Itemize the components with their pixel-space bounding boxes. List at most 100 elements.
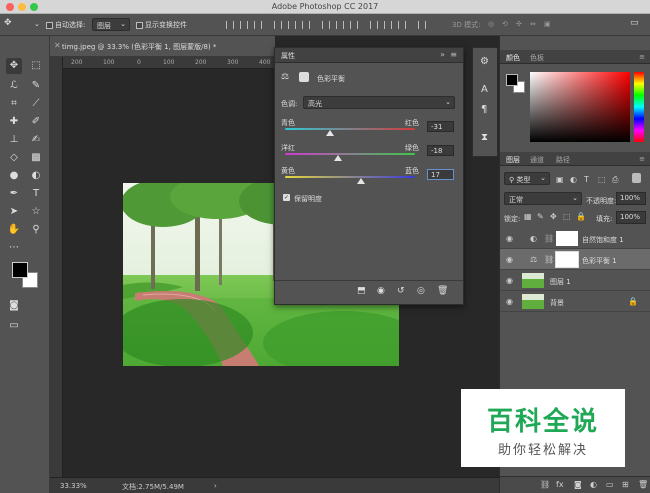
opacity-input[interactable]: 100% [616,192,646,205]
align-left-icon[interactable] [274,21,282,29]
tab-layers[interactable]: 图层 [506,155,520,165]
zoom-tool-icon[interactable]: ⚲ [28,222,44,238]
document-tab[interactable]: ✕ timg.jpeg @ 33.3% (色彩平衡 1, 图层蒙版/8) * [50,36,275,57]
layer-mask-thumbnail[interactable] [555,251,579,268]
crop-tool-icon[interactable]: ⌗ [6,96,22,112]
filter-pixel-icon[interactable]: ▣ [556,175,564,184]
color-panel-foreground-swatch[interactable] [506,74,518,86]
paragraph-panel-icon[interactable]: ¶ [481,104,487,115]
cyan-red-value-input[interactable]: -31 [427,121,454,132]
link-layers-icon[interactable]: ⛓ [540,480,550,489]
yellow-blue-slider[interactable] [285,176,415,178]
delete-layer-icon[interactable]: 🗑 [638,480,648,489]
pen-tool-icon[interactable]: ✒ [6,186,22,202]
layers-panel-menu-icon[interactable]: ≡ [639,155,645,163]
close-document-icon[interactable]: ✕ [54,41,61,50]
lock-artboard-icon[interactable]: ⬚ [563,212,571,221]
properties-panel-icon[interactable]: ⚙ [480,56,489,67]
layer-thumbnail[interactable] [522,273,544,288]
color-balance-icon[interactable]: ⚖ [281,72,289,82]
hue-slider[interactable] [634,72,644,142]
character-panel-icon[interactable]: A [481,84,488,95]
filter-type-icon[interactable]: T [584,175,589,184]
toggle-visibility-icon[interactable]: ◎ [417,286,425,296]
quick-mask-icon[interactable]: ◙ [6,298,22,314]
eyedropper-tool-icon[interactable]: ⟋ [28,96,44,112]
status-menu-arrow-icon[interactable]: › [214,482,217,490]
link-chain-icon[interactable]: ⛓ [544,234,554,243]
distribute-left-icon[interactable] [370,21,378,29]
path-select-icon[interactable]: ➤ [6,204,22,220]
link-chain-icon[interactable]: ⛓ [544,255,554,264]
align-center-icon[interactable] [288,21,296,29]
marquee-tool-icon[interactable]: ⬚ [28,58,44,74]
delete-adjustment-icon[interactable]: 🗑 [437,286,448,296]
auto-align-icon[interactable] [418,21,426,29]
clip-to-layer-icon[interactable]: ⬒ [357,286,366,296]
tab-swatches[interactable]: 色板 [530,53,544,63]
gradient-tool-icon[interactable]: ▩ [28,150,44,166]
type-tool-icon[interactable]: T [28,186,44,202]
lasso-tool-icon[interactable]: ℒ [6,78,22,94]
history-panel-icon[interactable]: ⧗ [481,132,488,143]
distribute-right-icon[interactable] [398,21,406,29]
foreground-color-swatch[interactable] [12,262,28,278]
3d-pan-icon[interactable]: ✣ [516,20,522,28]
filter-adjustment-icon[interactable]: ◐ [570,175,577,184]
layer-visibility-eye-icon[interactable]: ◉ [506,297,513,306]
layer-row[interactable]: ◉ ◐ ⛓ 自然饱和度 1 [500,228,650,249]
align-right-icon[interactable] [302,21,310,29]
workspace-icon[interactable]: ▭ [630,18,639,28]
layer-thumbnail[interactable] [522,294,544,309]
filter-smart-object-icon[interactable]: ⎙ [612,175,618,185]
panel-menu-icon[interactable]: ≡ [450,50,457,59]
distribute-center-icon[interactable] [384,21,392,29]
shape-tool-icon[interactable]: ☆ [28,204,44,220]
yellow-blue-value-input[interactable]: 17 [427,169,454,180]
clone-stamp-icon[interactable]: ⊥ [6,132,22,148]
tool-preset-chevron-icon[interactable]: ⌄ [34,20,40,28]
layer-mask-icon[interactable] [299,72,309,82]
magenta-green-slider[interactable] [285,153,415,155]
layer-visibility-eye-icon[interactable]: ◉ [506,255,513,264]
distribute-top-icon[interactable] [322,21,330,29]
new-group-icon[interactable]: ▭ [606,480,614,489]
cyan-red-slider[interactable] [285,128,415,130]
blend-mode-dropdown[interactable]: 正常 ⌄ [504,192,582,205]
show-transform-checkbox[interactable]: 显示变换控件 [136,20,187,30]
layer-style-icon[interactable]: fx [556,480,564,489]
align-bottom-icon[interactable] [254,21,262,29]
auto-select-dropdown[interactable]: 图层 ⌄ [92,18,130,31]
color-panel-menu-icon[interactable]: ≡ [639,53,645,61]
hand-tool-icon[interactable]: ✋ [6,222,22,238]
eraser-tool-icon[interactable]: ◇ [6,150,22,166]
layer-row[interactable]: ◉ 背景 🔒 [500,291,650,312]
layer-row-selected[interactable]: ◉ ⚖ ⛓ 色彩平衡 1 [500,249,650,270]
magenta-green-value-input[interactable]: -18 [427,145,454,156]
cyan-red-slider-thumb[interactable] [325,130,334,136]
yellow-blue-slider-thumb[interactable] [357,178,366,184]
filter-toggle-icon[interactable] [632,173,641,183]
magenta-green-slider-thumb[interactable] [334,155,343,161]
dodge-tool-icon[interactable]: ◐ [28,168,44,184]
layer-visibility-eye-icon[interactable]: ◉ [506,276,513,285]
3d-roll-icon[interactable]: ⟲ [502,20,508,28]
lock-position-icon[interactable]: ✥ [550,212,557,221]
3d-scale-icon[interactable]: ▣ [544,20,551,28]
move-tool-icon[interactable]: ✥ [4,18,12,28]
lock-all-icon[interactable]: 🔒 [576,212,586,221]
lock-transparent-icon[interactable]: ▦ [524,212,532,221]
fill-input[interactable]: 100% [616,211,646,224]
history-brush-icon[interactable]: ✍ [28,132,44,148]
quick-select-tool-icon[interactable]: ✎ [28,78,44,94]
distribute-bottom-icon[interactable] [350,21,358,29]
reset-adjustment-icon[interactable]: ↺ [397,286,405,296]
zoom-level[interactable]: 33.33% [60,482,87,490]
3d-orbit-icon[interactable]: ◎ [488,20,494,28]
view-previous-state-icon[interactable]: ◉ [377,286,385,296]
collapse-panel-icon[interactable]: » [440,50,445,59]
preserve-luminosity-checkbox[interactable]: ✓ [283,194,290,201]
tab-color[interactable]: 颜色 [506,53,520,63]
layer-mask-thumbnail[interactable] [556,231,578,246]
align-middle-icon[interactable] [240,21,248,29]
